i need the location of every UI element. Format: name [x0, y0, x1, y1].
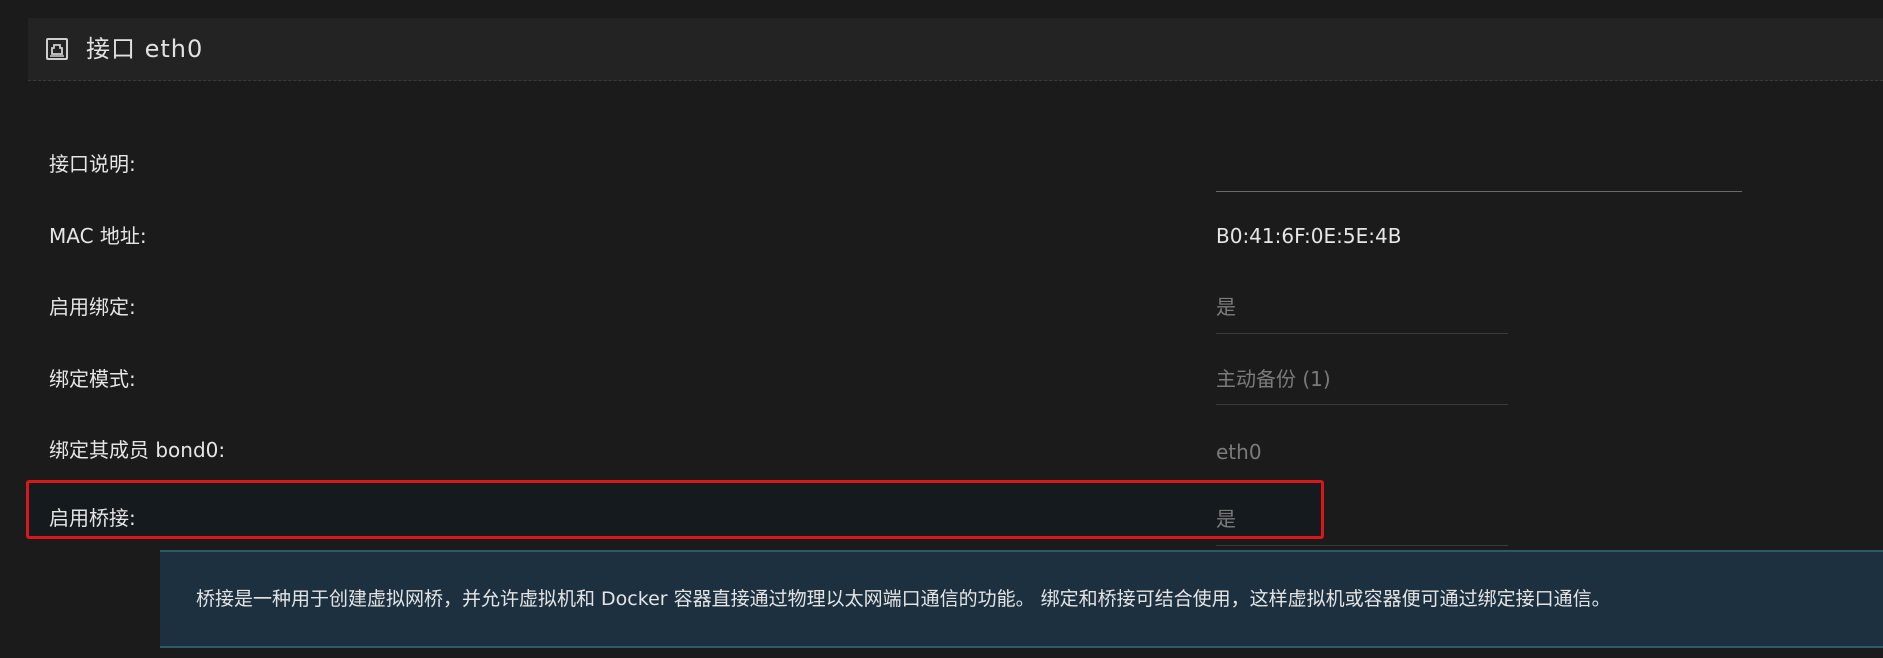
bond-mode-label: 绑定模式:: [49, 367, 136, 391]
mac-address-value: B0:41:6F:0E:5E:4B: [1216, 224, 1402, 248]
bridge-enabled-label: 启用桥接:: [49, 506, 136, 530]
bridge-enabled-highlight: [26, 480, 1324, 539]
top-strip: [0, 0, 1883, 18]
mac-address-label: MAC 地址:: [49, 224, 147, 248]
bond-enabled-select[interactable]: 是: [1216, 293, 1236, 321]
bond-members-label: 绑定其成员 bond0:: [49, 438, 226, 462]
description-label: 接口说明:: [49, 152, 136, 176]
bond-enabled-underline: [1216, 333, 1508, 334]
bond-mode-underline: [1216, 404, 1508, 405]
network-port-icon: [45, 37, 69, 61]
bond-mode-select[interactable]: 主动备份 (1): [1216, 365, 1331, 393]
bridge-enabled-underline: [1216, 545, 1508, 546]
description-input-underline: [1216, 191, 1742, 192]
panel-title: 接口 eth0: [86, 35, 204, 63]
panel-header: 接口 eth0: [28, 18, 1883, 81]
bridge-enabled-select[interactable]: 是: [1216, 505, 1236, 533]
bridge-info-text: 桥接是一种用于创建虚拟网桥，并允许虚拟机和 Docker 容器直接通过物理以太网…: [196, 588, 1611, 610]
bond-members-select[interactable]: eth0: [1216, 438, 1262, 466]
bridge-info-box: 桥接是一种用于创建虚拟网桥，并允许虚拟机和 Docker 容器直接通过物理以太网…: [160, 550, 1883, 648]
bond-enabled-label: 启用绑定:: [49, 295, 136, 319]
